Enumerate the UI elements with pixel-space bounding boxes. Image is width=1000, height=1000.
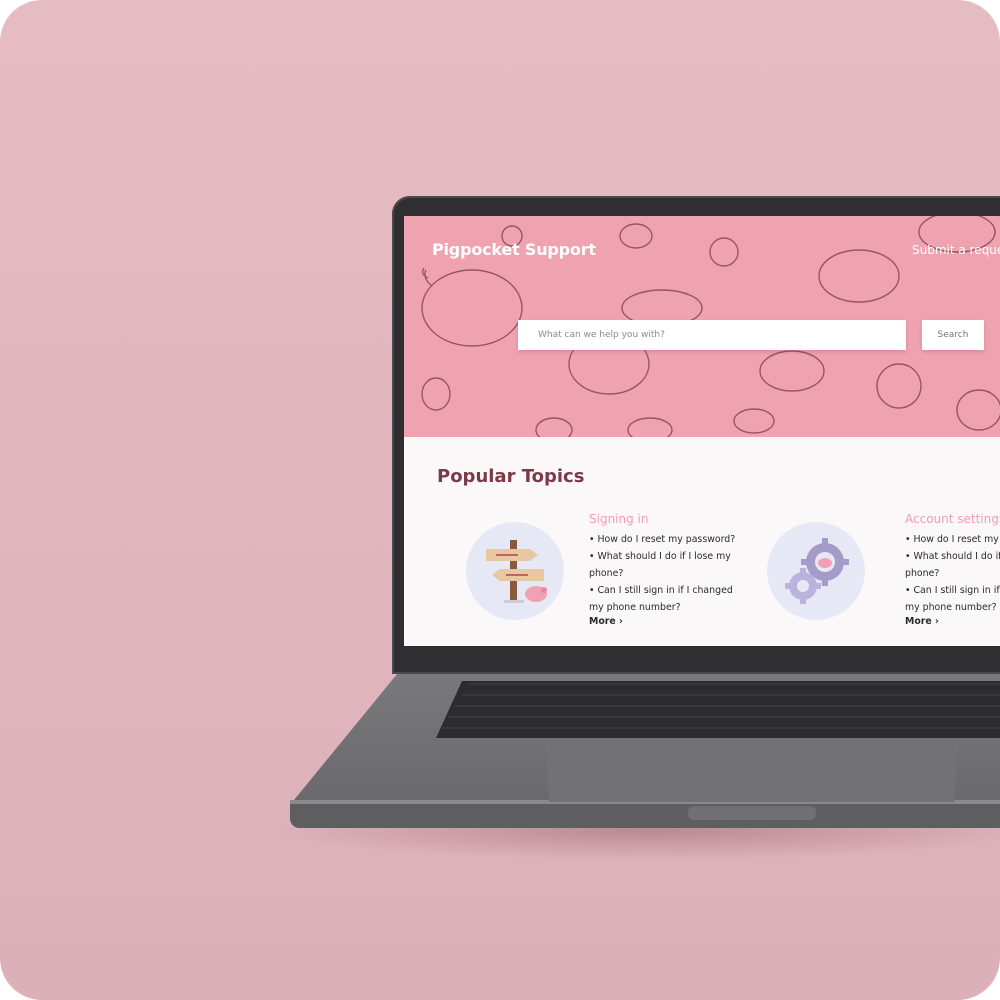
gears-icon [785,538,849,604]
search-button[interactable]: Search [922,320,984,350]
topic-link[interactable]: • What should I do if I l phone? [905,548,1000,582]
laptop-base [290,668,1000,828]
topic-link[interactable]: • How do I reset my password? [589,531,737,548]
topic-link[interactable]: • What should I do if I lose my phone? [589,548,737,582]
topic-link[interactable]: • How do I reset my pa [905,531,1000,548]
signpost-icon [486,540,547,603]
mockup-background: Pigpocket Support Submit a reque Search … [0,0,1000,1000]
topic-account-settings-illustration [767,522,865,620]
topic-list-account-settings: • How do I reset my pa • What should I d… [905,531,1000,616]
topic-link[interactable]: • Can I still sign in if I changed my ph… [589,582,737,616]
topic-heading-signing-in[interactable]: Signing in [589,512,648,526]
brand-title[interactable]: Pigpocket Support [432,240,596,259]
submit-request-link[interactable]: Submit a reque [912,243,1000,257]
more-link-account-settings[interactable]: More › [905,616,939,627]
topic-heading-account-settings[interactable]: Account settings [905,512,1000,526]
search-input[interactable] [518,320,906,350]
popular-topics-title: Popular Topics [437,466,585,487]
hero-banner: Pigpocket Support Submit a reque Search [404,216,1000,437]
topic-list-signing-in: • How do I reset my password? • What sho… [589,531,737,616]
laptop-screen: Pigpocket Support Submit a reque Search … [404,216,1000,646]
topic-link[interactable]: • Can I still sign in if I c my phone nu… [905,582,1000,616]
more-link-signing-in[interactable]: More › [589,616,623,627]
topic-signing-in-illustration [466,522,564,620]
